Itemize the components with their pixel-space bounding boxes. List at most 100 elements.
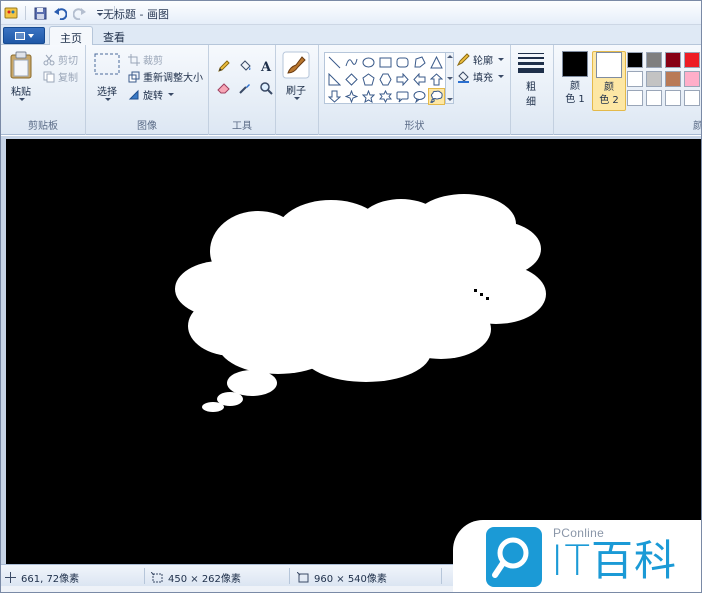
cursor-position: 661, 72像素 (5, 570, 79, 585)
copy-icon (43, 71, 55, 82)
down-arrow-shape-icon[interactable] (326, 88, 343, 105)
polygon-shape-icon[interactable] (411, 54, 428, 71)
color-2-button[interactable]: 颜 色 2 (592, 51, 626, 111)
palette-color-swatch[interactable] (665, 71, 681, 87)
brushes-label: 刷子 (286, 86, 306, 97)
qat-separator (25, 6, 26, 20)
text-icon[interactable]: A (256, 57, 275, 75)
diamond-shape-icon[interactable] (343, 71, 360, 88)
rounded-rectangle-shape-icon[interactable] (394, 54, 411, 71)
chevron-down-icon (498, 58, 504, 61)
status-separator (441, 568, 442, 584)
crop-icon (128, 53, 140, 66)
right-triangle-shape-icon[interactable] (326, 71, 343, 88)
app-menu-button[interactable] (3, 27, 45, 44)
resize-button[interactable]: 重新调整大小 (128, 69, 203, 84)
colors-group-label: 颜 (693, 121, 702, 132)
palette-color-swatch[interactable] (627, 90, 643, 106)
copy-button[interactable]: 复制 (43, 69, 78, 84)
brushes-button[interactable]: 刷子 (282, 51, 310, 100)
image-size-icon (297, 572, 309, 583)
palette-color-swatch[interactable] (684, 71, 700, 87)
fill-button[interactable]: 填充 (457, 69, 504, 84)
expand-gallery-icon[interactable] (446, 98, 453, 101)
size-label-2: 细 (526, 97, 536, 108)
image-size: 960 × 540像素 (297, 570, 387, 585)
cut-label: 剪切 (58, 56, 78, 67)
crop-button[interactable]: 裁剪 (128, 52, 163, 67)
color-2-label-line2: 色 2 (599, 95, 619, 106)
scroll-up-icon[interactable] (446, 55, 453, 58)
color-2-label-line1: 颜 (604, 82, 614, 93)
five-point-star-shape-icon[interactable] (360, 88, 377, 105)
palette-color-swatch[interactable] (665, 90, 681, 106)
selection-icon (94, 53, 120, 75)
color-palette (627, 52, 701, 107)
rounded-callout-shape-icon[interactable] (394, 88, 411, 105)
paint-window: 无标题 - 画图 主页 查看 粘贴 剪切 复制 剪贴板 选择 裁剪 重新调整大小… (0, 0, 702, 593)
redo-icon[interactable] (72, 5, 88, 21)
crosshair-icon (5, 572, 16, 583)
fill-icon[interactable] (235, 57, 254, 75)
color-1-button[interactable]: 颜 色 1 (558, 51, 592, 111)
palette-color-swatch[interactable] (684, 52, 700, 68)
select-button[interactable]: 选择 (94, 53, 120, 101)
magnifier-icon[interactable] (256, 79, 275, 97)
drawing-canvas[interactable] (6, 139, 701, 564)
palette-color-swatch[interactable] (646, 52, 662, 68)
cut-button[interactable]: 剪切 (43, 52, 78, 67)
rotate-button[interactable]: 旋转 (128, 87, 174, 102)
six-point-star-shape-icon[interactable] (377, 88, 394, 105)
triangle-shape-icon[interactable] (428, 54, 445, 71)
chevron-down-icon (498, 75, 504, 78)
size-button[interactable]: 粗 细 (517, 52, 545, 108)
status-separator (289, 568, 290, 584)
shapes-scrollbar[interactable] (445, 52, 454, 104)
scroll-down-icon[interactable] (446, 76, 453, 80)
palette-color-swatch[interactable] (646, 71, 662, 87)
status-separator (144, 568, 145, 584)
thought-bubble-shape-icon[interactable] (428, 88, 445, 105)
pentagon-shape-icon[interactable] (360, 71, 377, 88)
palette-color-swatch[interactable] (646, 90, 662, 106)
svg-text:A: A (260, 60, 272, 73)
chevron-down-icon (19, 98, 25, 101)
palette-color-swatch[interactable] (684, 90, 700, 106)
save-icon[interactable] (32, 5, 48, 21)
tools-group-label: 工具 (232, 121, 252, 132)
selection-size: 450 × 262像素 (151, 570, 241, 585)
color-picker-icon[interactable] (235, 79, 254, 97)
paste-button[interactable]: 粘贴 (9, 51, 33, 101)
right-arrow-shape-icon[interactable] (394, 71, 411, 88)
palette-color-swatch[interactable] (627, 52, 643, 68)
oval-shape-icon[interactable] (360, 54, 377, 71)
rectangle-shape-icon[interactable] (377, 54, 394, 71)
paint-app-icon[interactable] (3, 5, 19, 21)
undo-icon[interactable] (52, 5, 68, 21)
tab-view[interactable]: 查看 (93, 26, 135, 45)
hexagon-shape-icon[interactable] (377, 71, 394, 88)
line-shape-icon[interactable] (326, 54, 343, 71)
left-arrow-shape-icon[interactable] (411, 71, 428, 88)
up-arrow-shape-icon[interactable] (428, 71, 445, 88)
selection-size-text: 450 × 262像素 (168, 574, 241, 585)
outline-icon (457, 53, 470, 66)
rotate-icon (128, 89, 139, 99)
brushes-group: 刷子 (276, 45, 319, 135)
image-group: 选择 裁剪 重新调整大小 旋转 图像 (86, 45, 209, 135)
outline-button[interactable]: 轮廓 (457, 52, 504, 67)
oval-callout-shape-icon[interactable] (411, 88, 428, 105)
size-label-1: 粗 (526, 82, 536, 93)
four-point-star-shape-icon[interactable] (343, 88, 360, 105)
cursor-position-text: 661, 72像素 (21, 574, 80, 585)
palette-color-swatch[interactable] (627, 71, 643, 87)
it-baike-logo-icon (486, 527, 542, 587)
tab-home[interactable]: 主页 (49, 26, 93, 45)
pencil-icon[interactable] (214, 57, 233, 75)
thought-bubble-shape (175, 194, 546, 412)
palette-color-swatch[interactable] (665, 52, 681, 68)
color-1-label-line2: 色 1 (565, 94, 585, 105)
ribbon: 粘贴 剪切 复制 剪贴板 选择 裁剪 重新调整大小 旋转 图像 工具 A 刷子 … (1, 45, 702, 135)
eraser-icon[interactable] (214, 79, 233, 97)
curve-shape-icon[interactable] (343, 54, 360, 71)
